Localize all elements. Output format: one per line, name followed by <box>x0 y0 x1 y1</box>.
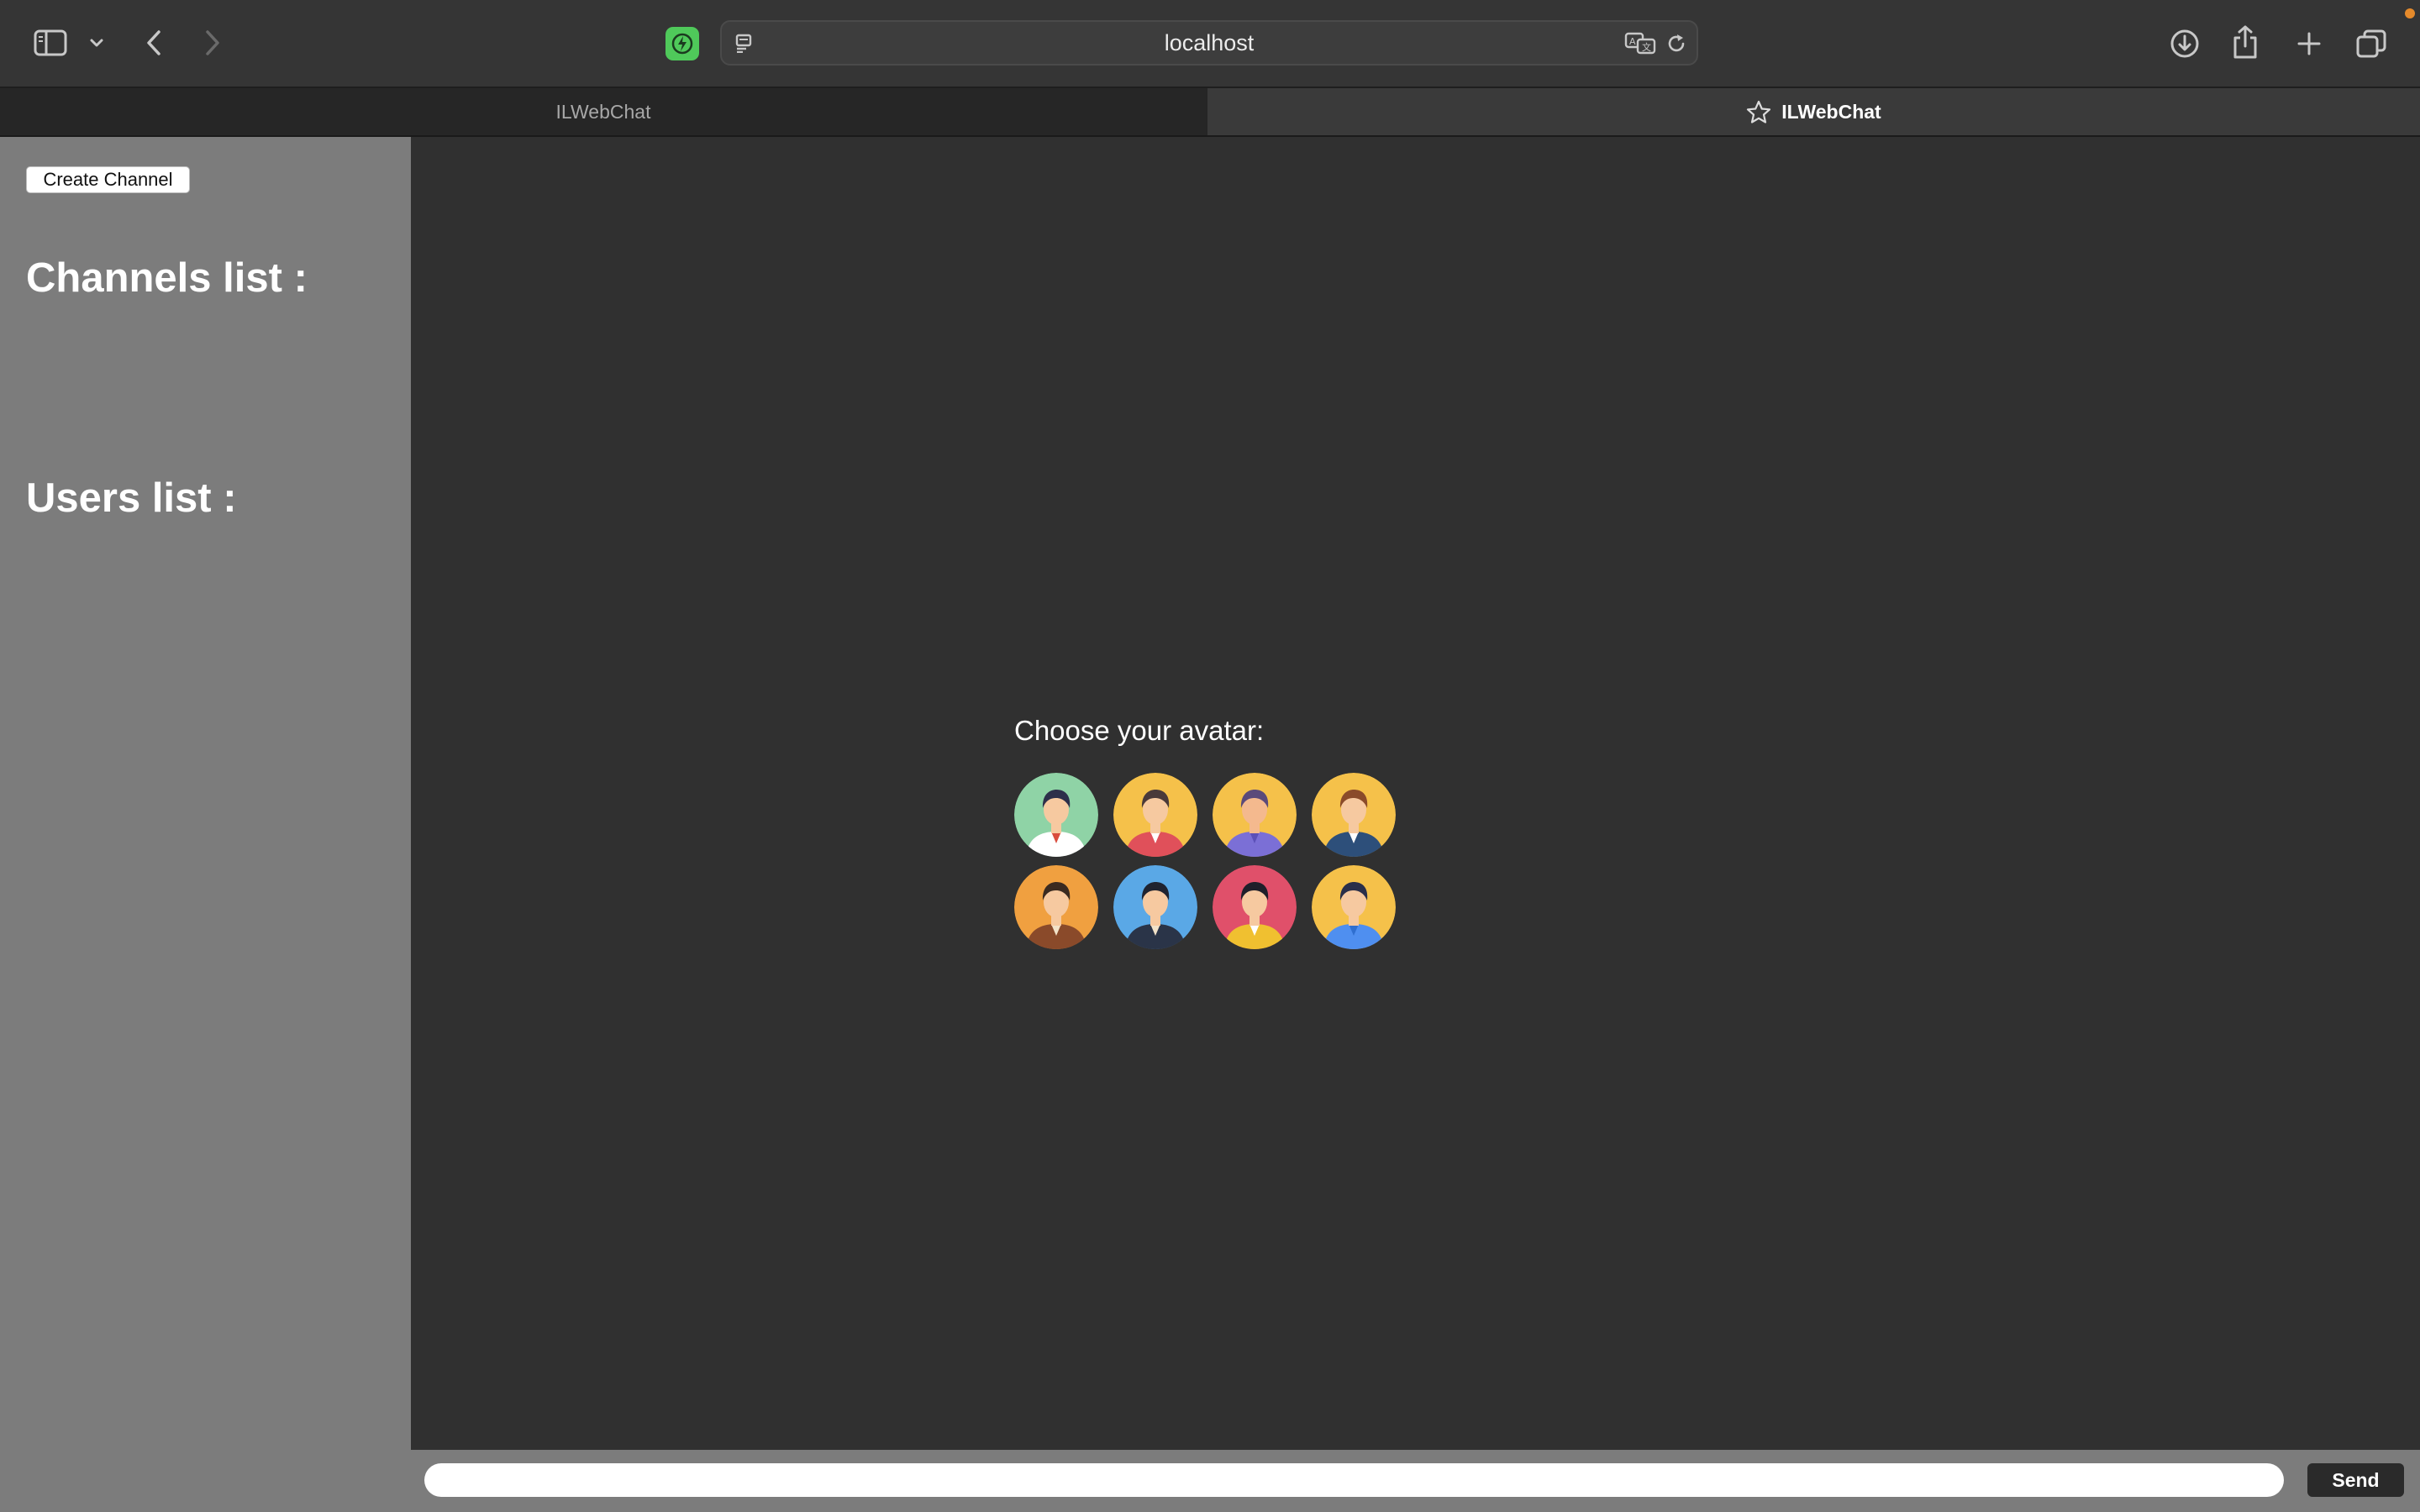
channels-list <box>26 313 387 439</box>
avatar-option-man-dark-hoodie[interactable] <box>1113 865 1197 949</box>
svg-text:A: A <box>1629 36 1636 47</box>
back-icon[interactable] <box>143 27 165 59</box>
avatar-option-man-red-tie[interactable] <box>1014 773 1098 857</box>
download-icon[interactable] <box>2168 27 2202 60</box>
users-list-title: Users list : <box>26 475 237 521</box>
avatar-option-woman-blue-shirt[interactable] <box>1312 865 1396 949</box>
svg-text:文: 文 <box>1642 41 1651 53</box>
tab-label: ILWebChat <box>555 100 651 123</box>
create-channel-button[interactable]: Create Channel <box>26 166 190 193</box>
star-icon[interactable] <box>1746 100 1771 123</box>
tab-ilwebchat-active[interactable]: ILWebChat <box>1207 88 2420 135</box>
message-input[interactable] <box>424 1463 2284 1497</box>
address-text[interactable]: localhost <box>722 22 1697 64</box>
address-bar[interactable]: localhost A文 <box>720 20 1698 66</box>
tab-bar: ILWebChat ILWebChat <box>0 88 2420 137</box>
message-bar: Send <box>411 1450 2420 1512</box>
avatar-option-woman-yellow-top[interactable] <box>1213 865 1297 949</box>
sidebar: Create Channel Channels list : Users lis… <box>0 137 411 1512</box>
avatar-option-man-purple-shirt[interactable] <box>1213 773 1297 857</box>
share-icon[interactable] <box>2230 24 2260 60</box>
chevron-down-icon[interactable] <box>87 34 106 52</box>
reload-icon[interactable] <box>1665 32 1688 55</box>
extension-icon[interactable] <box>666 27 699 60</box>
sidebar-toggle-icon[interactable] <box>34 29 67 57</box>
tab-ilwebchat-inactive[interactable]: ILWebChat <box>0 88 1207 135</box>
avatar-option-woman-red-top[interactable] <box>1113 773 1197 857</box>
notification-dot <box>2405 8 2415 18</box>
channels-list-title: Channels list : <box>26 255 308 301</box>
tab-label: ILWebChat <box>1781 100 1881 123</box>
avatar-option-man-brown-jacket[interactable] <box>1014 865 1098 949</box>
users-list <box>26 533 387 785</box>
browser-toolbar: localhost A文 <box>0 0 2420 88</box>
translate-icon[interactable]: A文 <box>1624 30 1656 55</box>
chat-area: Choose your avatar: <box>411 137 2420 1450</box>
send-button[interactable]: Send <box>2307 1463 2404 1497</box>
tab-overview-icon[interactable] <box>2354 27 2388 60</box>
avatar-option-man-suit[interactable] <box>1312 773 1396 857</box>
avatar-prompt: Choose your avatar: <box>1014 715 1265 746</box>
forward-icon[interactable] <box>202 27 224 59</box>
new-tab-icon[interactable] <box>2292 27 2326 60</box>
